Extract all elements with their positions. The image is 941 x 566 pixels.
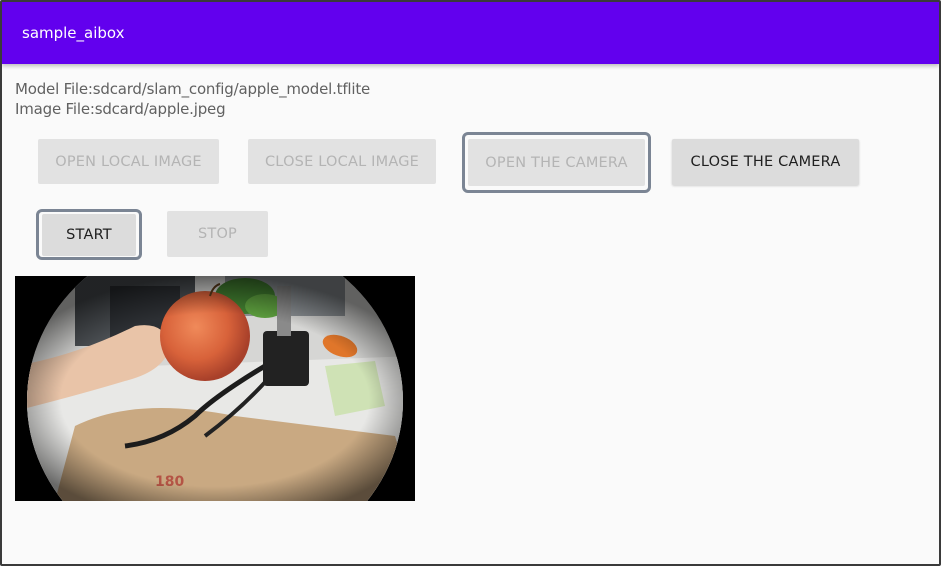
camera-image: 180 <box>15 276 415 501</box>
camera-preview: 180 <box>15 276 415 501</box>
app-bar: sample_aibox <box>2 2 939 64</box>
app-window: sample_aibox Model File:sdcard/slam_conf… <box>0 0 941 566</box>
stop-button[interactable]: STOP <box>167 211 268 257</box>
close-local-image-button[interactable]: CLOSE LOCAL IMAGE <box>248 139 436 184</box>
start-button[interactable]: START <box>42 214 136 256</box>
image-file-label: Image File:sdcard/apple.jpeg <box>15 100 226 118</box>
open-camera-button[interactable]: OPEN THE CAMERA <box>468 139 645 186</box>
model-file-label: Model File:sdcard/slam_config/apple_mode… <box>15 80 371 98</box>
close-camera-button[interactable]: CLOSE THE CAMERA <box>672 139 859 185</box>
app-title: sample_aibox <box>22 24 125 42</box>
open-local-image-button[interactable]: OPEN LOCAL IMAGE <box>38 139 219 184</box>
